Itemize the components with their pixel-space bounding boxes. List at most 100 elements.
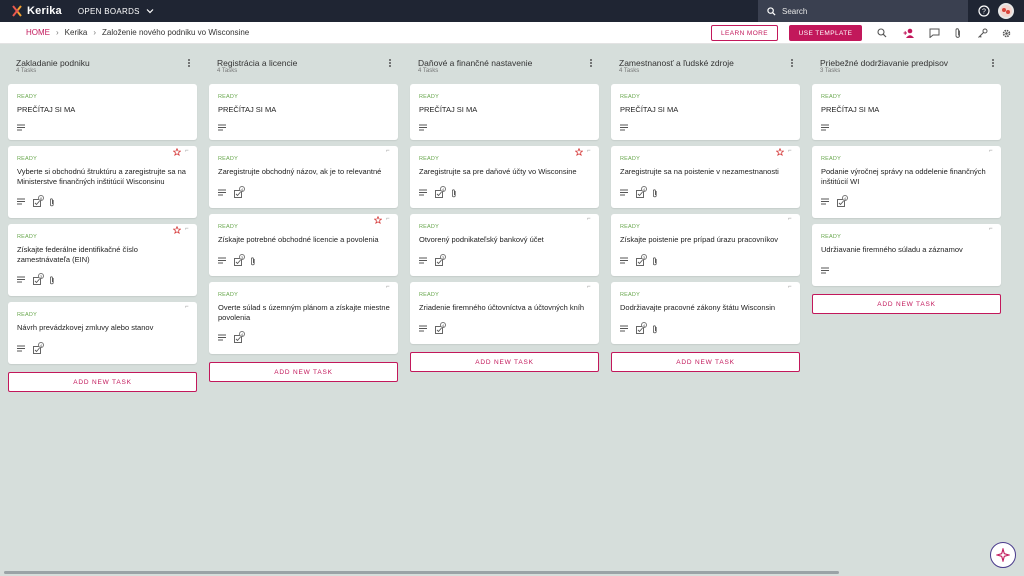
- task-status: READY: [419, 156, 439, 162]
- task-status: READY: [620, 292, 640, 298]
- card-corner-menu-icon[interactable]: ⌐: [788, 148, 792, 154]
- task-card[interactable]: READY Overte súlad s územným plánom a zís…: [209, 282, 398, 354]
- card-corner-menu-icon[interactable]: ⌐: [587, 148, 591, 154]
- search-icon: [767, 6, 776, 16]
- add-new-task-button[interactable]: ADD NEW TASK: [410, 352, 599, 372]
- breadcrumb-org[interactable]: Kerika: [65, 28, 88, 37]
- task-card[interactable]: READY Otvorený podnikateľský bankový účet…: [410, 214, 599, 276]
- task-title: Získajte potrebné obchodné licencie a po…: [218, 235, 379, 244]
- add-new-task-button[interactable]: ADD NEW TASK: [611, 352, 800, 372]
- task-card[interactable]: READY Vyberte si obchodnú štruktúru a zar…: [8, 146, 197, 218]
- card-corner-menu-icon[interactable]: ⌐: [788, 284, 792, 290]
- open-boards-menu[interactable]: OPEN BOARDS: [78, 7, 154, 16]
- task-card[interactable]: READY Získajte potrebné obchodné licencie…: [209, 214, 398, 276]
- board-search-icon[interactable]: [876, 27, 888, 39]
- more-vert-icon[interactable]: [789, 58, 795, 68]
- app-logo[interactable]: Kerika: [10, 4, 62, 18]
- card-corner-menu-icon[interactable]: ⌐: [185, 304, 189, 310]
- card-icons: [821, 124, 837, 132]
- card-corner-menu-icon[interactable]: ⌐: [185, 226, 189, 232]
- task-status: READY: [620, 94, 640, 100]
- description-icon: [419, 124, 427, 132]
- use-template-button[interactable]: USE TEMPLATE: [789, 25, 862, 41]
- card-corner-menu-icon[interactable]: ⌐: [989, 148, 993, 154]
- card-icons: 3: [218, 254, 266, 266]
- task-card[interactable]: READY Udržiavanie firemného súladu a zázn…: [812, 224, 1001, 286]
- task-card[interactable]: READY Zaregistrujte sa na poistenie v nez…: [611, 146, 800, 208]
- board-column: Zamestnanosť a ľudské zdroje 4 Tasks READY…: [611, 52, 800, 372]
- column-header[interactable]: Zamestnanosť a ľudské zdroje 4 Tasks: [611, 52, 800, 78]
- help-icon[interactable]: ?: [978, 5, 990, 17]
- task-card[interactable]: READY Podanie výročnej správy na oddeleni…: [812, 146, 1001, 218]
- task-card[interactable]: READY PREČÍTAJ SI MA: [812, 84, 1001, 140]
- card-icons: 3: [620, 254, 668, 266]
- search-input[interactable]: [782, 6, 932, 16]
- column-title: Registrácia a licencie: [217, 58, 298, 68]
- next-column-stub: [1020, 58, 1024, 66]
- add-new-task-button[interactable]: ADD NEW TASK: [209, 362, 398, 382]
- task-status: READY: [218, 94, 238, 100]
- task-card[interactable]: READY Dodržiavajte pracovné zákony štátu …: [611, 282, 800, 344]
- task-title: Udržiavanie firemného súladu a záznamov: [821, 245, 963, 254]
- horizontal-scrollbar[interactable]: [4, 571, 839, 574]
- more-vert-icon[interactable]: [186, 58, 192, 68]
- chat-icon[interactable]: [928, 27, 940, 39]
- card-corner-menu-icon[interactable]: ⌐: [386, 216, 390, 222]
- learn-more-button[interactable]: LEARN MORE: [711, 25, 778, 41]
- task-card[interactable]: READY Zaregistrujte obchodný názov, ak je…: [209, 146, 398, 208]
- task-card[interactable]: READY Zriadenie firemného účtovníctva a ú…: [410, 282, 599, 344]
- task-title: Získajte federálne identifikačné číslo z…: [17, 245, 138, 264]
- column-header[interactable]: Priebežné dodržiavanie predpisov 3 Tasks: [812, 52, 1001, 78]
- description-icon: [17, 276, 25, 284]
- column-header[interactable]: Zakladanie podniku 4 Tasks: [8, 52, 197, 78]
- checklist-count: 4: [38, 342, 44, 348]
- task-card[interactable]: READY Zaregistrujte sa pre daňové účty vo…: [410, 146, 599, 208]
- key-icon[interactable]: [976, 27, 988, 39]
- card-corner-menu-icon[interactable]: ⌐: [989, 226, 993, 232]
- star-icon[interactable]: [173, 226, 181, 234]
- card-corner-menu-icon[interactable]: ⌐: [386, 284, 390, 290]
- task-status: READY: [218, 224, 238, 230]
- more-vert-icon[interactable]: [990, 58, 996, 68]
- card-icons: [17, 124, 33, 132]
- task-title: Zaregistrujte sa pre daňové účty vo Wisc…: [419, 167, 577, 176]
- column-task-count: 4 Tasks: [619, 68, 640, 74]
- card-corner-menu-icon[interactable]: ⌐: [587, 284, 591, 290]
- star-icon[interactable]: [173, 148, 181, 156]
- card-corner-menu-icon[interactable]: ⌐: [386, 148, 390, 154]
- board-column: Registrácia a licencie 4 Tasks READY PREČÍT…: [209, 52, 398, 382]
- search-box[interactable]: [758, 0, 968, 22]
- star-icon[interactable]: [374, 216, 382, 224]
- card-corner-menu-icon[interactable]: ⌐: [587, 216, 591, 222]
- column-task-count: 4 Tasks: [16, 68, 37, 74]
- card-corner-menu-icon[interactable]: ⌐: [788, 216, 792, 222]
- gear-icon[interactable]: [1000, 27, 1012, 39]
- add-new-task-button[interactable]: ADD NEW TASK: [8, 372, 197, 392]
- star-icon[interactable]: [776, 148, 784, 156]
- task-card[interactable]: READY Návrh prevádzkovej zmluvy alebo sta…: [8, 302, 197, 364]
- task-card[interactable]: READY PREČÍTAJ SI MA: [410, 84, 599, 140]
- task-card[interactable]: READY PREČÍTAJ SI MA: [611, 84, 800, 140]
- more-vert-icon[interactable]: [588, 58, 594, 68]
- assistant-button[interactable]: [990, 542, 1016, 568]
- star-icon[interactable]: [575, 148, 583, 156]
- task-card[interactable]: READY Získajte federálne identifikačné čí…: [8, 224, 197, 296]
- breadcrumb: HOME › Kerika › Založenie nového podniku…: [26, 28, 249, 37]
- add-person-icon[interactable]: [903, 27, 915, 39]
- breadcrumb-home[interactable]: HOME: [26, 28, 50, 37]
- task-card[interactable]: READY Získajte poistenie pre prípad úrazu…: [611, 214, 800, 276]
- add-new-task-button[interactable]: ADD NEW TASK: [812, 294, 1001, 314]
- task-card[interactable]: READY PREČÍTAJ SI MA: [8, 84, 197, 140]
- task-title: PREČÍTAJ SI MA: [218, 105, 277, 114]
- column-header[interactable]: Daňové a finančné nastavenie 4 Tasks: [410, 52, 599, 78]
- card-corner-menu-icon[interactable]: ⌐: [185, 148, 189, 154]
- column-header[interactable]: Registrácia a licencie 4 Tasks: [209, 52, 398, 78]
- attachment-icon[interactable]: [952, 27, 964, 39]
- checklist-icon: 3: [435, 254, 446, 266]
- task-card[interactable]: READY PREČÍTAJ SI MA: [209, 84, 398, 140]
- card-icons: 3: [17, 273, 65, 285]
- board-column: Priebežné dodržiavanie predpisov 3 Tasks R…: [812, 52, 1001, 314]
- description-icon: [218, 189, 226, 197]
- more-vert-icon[interactable]: [387, 58, 393, 68]
- user-avatar[interactable]: [998, 3, 1014, 19]
